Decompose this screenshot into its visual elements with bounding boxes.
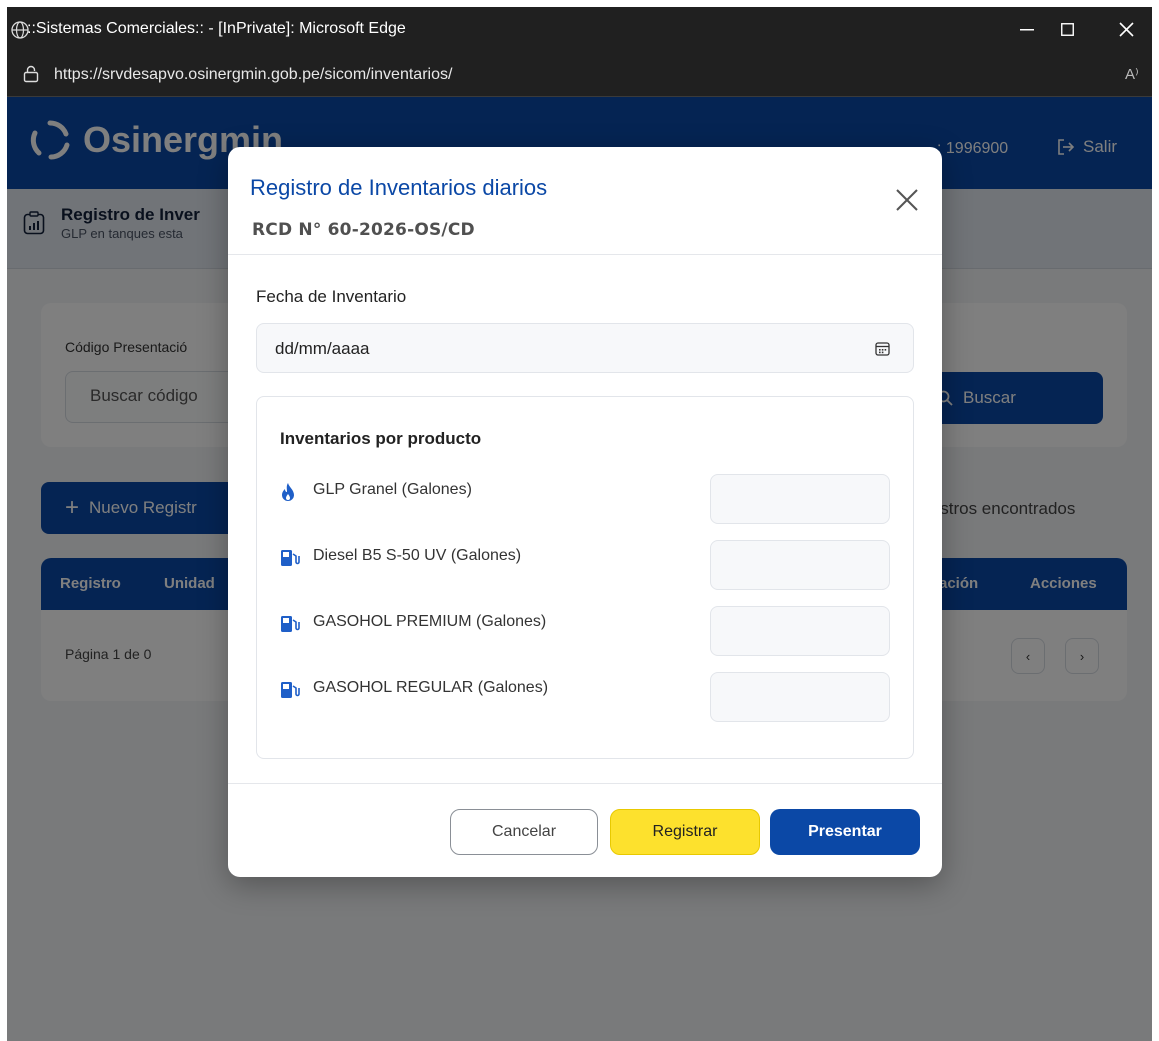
product-row-glp: GLP Granel (Galones) (280, 474, 892, 524)
glp-quantity-input[interactable] (710, 474, 890, 524)
screen: ::Sistemas Comerciales:: - [InPrivate]: … (0, 0, 1159, 1041)
close-window-button[interactable] (1101, 7, 1151, 52)
title-bar: ::Sistemas Comerciales:: - [InPrivate]: … (7, 7, 1152, 52)
modal-close-button[interactable] (892, 185, 922, 215)
minimize-icon (1020, 28, 1034, 30)
products-title: Inventarios por producto (280, 429, 482, 448)
gasohol-regular-quantity-input[interactable] (710, 672, 890, 722)
page-viewport: Osinergmin : 1996900 Salir Registro de I… (7, 97, 1152, 1041)
fuel-pump-icon (280, 548, 300, 573)
cancel-button[interactable]: Cancelar (450, 809, 598, 855)
address-bar: https://srvdesapvo.osinergmin.gob.pe/sic… (7, 52, 1152, 97)
date-label: Fecha de Inventario (256, 287, 407, 306)
submit-button[interactable]: Presentar (770, 809, 920, 855)
modal-subtitle: RCD N° 60-2026-OS/CD (252, 220, 475, 240)
register-button[interactable]: Registrar (610, 809, 760, 855)
product-label: GASOHOL PREMIUM (Galones) (313, 613, 547, 630)
fuel-pump-icon (280, 680, 300, 705)
close-icon (896, 189, 918, 211)
product-row-gasohol-premium: GASOHOL PREMIUM (Galones) (280, 606, 892, 656)
maximize-icon (1060, 23, 1074, 36)
product-label: GASOHOL REGULAR (Galones) (313, 679, 549, 696)
modal-footer-divider (228, 783, 942, 784)
read-aloud-icon[interactable]: A⁾ (1125, 65, 1139, 83)
browser-window: ::Sistemas Comerciales:: - [InPrivate]: … (7, 7, 1152, 1041)
gasohol-premium-quantity-input[interactable] (710, 606, 890, 656)
date-value: dd/mm/aaaa (275, 339, 370, 358)
close-icon (1118, 22, 1134, 37)
window-title: ::Sistemas Comerciales:: - [InPrivate]: … (27, 20, 406, 37)
maximize-button[interactable] (1042, 7, 1092, 52)
product-label: Diesel B5 S-50 UV (Galones) (313, 547, 522, 564)
inventory-date-field[interactable]: dd/mm/aaaa (256, 323, 914, 373)
diesel-quantity-input[interactable] (710, 540, 890, 590)
product-label: GLP Granel (Galones) (313, 481, 472, 498)
product-row-gasohol-regular: GASOHOL REGULAR (Galones) (280, 672, 892, 722)
calendar-icon[interactable] (875, 341, 890, 361)
flame-icon (280, 482, 296, 507)
url-field[interactable]: https://srvdesapvo.osinergmin.gob.pe/sic… (54, 66, 452, 84)
lock-icon[interactable] (23, 65, 39, 88)
modal-header: Registro de Inventarios diarios RCD N° 6… (228, 147, 942, 255)
products-panel: Inventarios por producto GLP Granel (Gal… (256, 396, 914, 759)
modal-title: Registro de Inventarios diarios (250, 175, 548, 200)
product-row-diesel: Diesel B5 S-50 UV (Galones) (280, 540, 892, 590)
inventory-modal: Registro de Inventarios diarios RCD N° 6… (228, 147, 942, 877)
fuel-pump-icon (280, 614, 300, 639)
